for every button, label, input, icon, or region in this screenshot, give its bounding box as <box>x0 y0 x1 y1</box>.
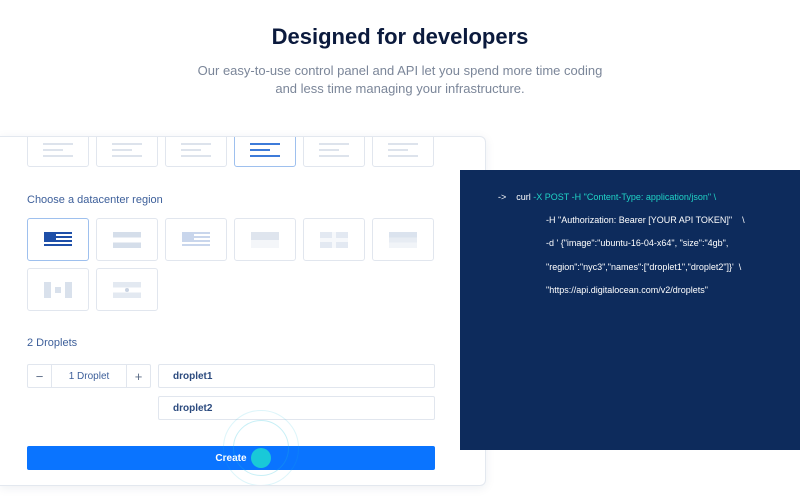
curl-command: curl <box>516 192 531 202</box>
region-label: Choose a datacenter region <box>27 194 163 206</box>
quantity-value: 1 Droplet <box>68 370 110 382</box>
size-lines-icon <box>319 143 349 157</box>
region-option[interactable] <box>27 268 89 311</box>
us-flag-icon <box>182 231 210 248</box>
prompt-arrow: -> <box>498 192 507 202</box>
create-button[interactable]: Create <box>27 446 435 470</box>
size-option-selected[interactable] <box>234 137 296 167</box>
size-option[interactable] <box>303 137 365 167</box>
decrement-button[interactable]: − <box>28 365 52 387</box>
size-lines-icon <box>112 143 142 157</box>
singapore-flag-icon <box>251 231 279 248</box>
droplet-quantity-stepper: − 1 Droplet + <box>27 364 151 388</box>
canada-flag-icon <box>44 281 72 298</box>
uk-flag-icon <box>320 231 348 248</box>
region-option[interactable] <box>96 268 158 311</box>
droplets-count-label: 2 Droplets <box>27 337 78 349</box>
region-option[interactable] <box>372 218 434 261</box>
code-line: "region":"nyc3","names":["droplet1","dro… <box>546 262 742 272</box>
netherlands-flag-icon <box>113 231 141 248</box>
page: Designed for developers Our easy-to-use … <box>0 0 800 500</box>
code-line: -H "Authorization: Bearer [YOUR API TOKE… <box>546 215 745 225</box>
increment-button[interactable]: + <box>126 365 150 387</box>
droplet-name-field[interactable]: droplet1 <box>158 364 435 388</box>
india-flag-icon <box>113 281 141 298</box>
code-line: "https://api.digitalocean.com/v2/droplet… <box>546 285 708 295</box>
cursor-indicator <box>251 448 271 468</box>
size-option[interactable] <box>27 137 89 167</box>
page-subtitle: Our easy-to-use control panel and API le… <box>197 63 603 96</box>
api-code-panel: -> curl -X POST -H "Content-Type: applica… <box>460 170 800 450</box>
us-flag-icon <box>44 231 72 248</box>
region-option[interactable] <box>165 218 227 261</box>
droplet-name-field[interactable]: droplet2 <box>158 396 435 420</box>
size-option[interactable] <box>372 137 434 167</box>
curl-args: -X POST -H "Content-Type: application/js… <box>530 192 717 202</box>
germany-flag-icon <box>389 231 417 248</box>
control-panel: Choose a datacenter region 2 Droplets − … <box>0 136 486 486</box>
page-title: Designed for developers <box>271 24 529 49</box>
size-lines-icon <box>250 143 280 157</box>
region-option-selected[interactable] <box>27 218 89 261</box>
size-lines-icon <box>388 143 418 157</box>
region-option[interactable] <box>96 218 158 261</box>
size-options <box>27 137 434 167</box>
size-option[interactable] <box>96 137 158 167</box>
size-lines-icon <box>43 143 73 157</box>
region-option[interactable] <box>303 218 365 261</box>
size-option[interactable] <box>165 137 227 167</box>
region-grid <box>27 218 434 311</box>
size-lines-icon <box>181 143 211 157</box>
region-option[interactable] <box>234 218 296 261</box>
code-line: -> curl -X POST -H "Content-Type: applica… <box>498 192 716 202</box>
code-line: -d ' {"image":"ubuntu-16-04-x64", "size"… <box>546 238 729 248</box>
